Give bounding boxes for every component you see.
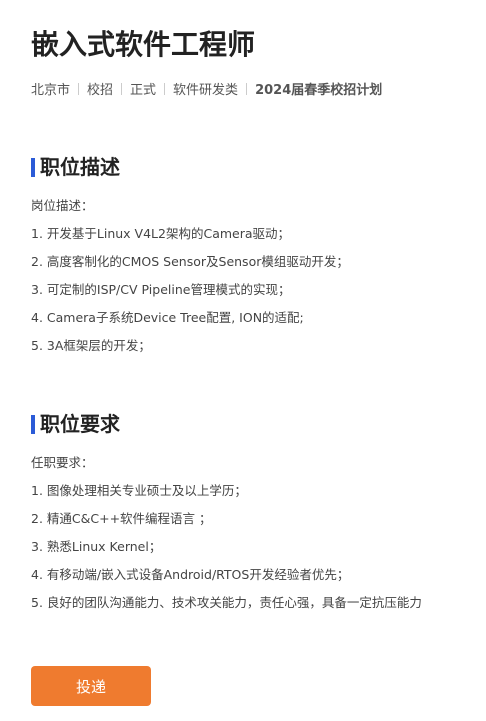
requirement-line: 任职要求： bbox=[31, 455, 94, 470]
job-category: 软件研发类 bbox=[173, 83, 239, 98]
description-line: 3. 可定制的ISP/CV Pipeline管理模式的实现； bbox=[31, 282, 291, 297]
requirement-line: 1. 图像处理相关专业硕士及以上学历； bbox=[31, 483, 247, 498]
job-recruit-type: 校招 bbox=[87, 83, 114, 98]
job-program: 2024届春季校招计划 bbox=[255, 83, 383, 98]
job-meta: 北京市 校招 正式 软件研发类 2024届春季校招计划 bbox=[31, 81, 382, 101]
meta-divider bbox=[164, 83, 166, 95]
requirement-line: 5. 良好的团队沟通能力、技术攻关能力，责任心强，具备一定抗压能力 bbox=[31, 595, 422, 610]
description-line: 1. 开发基于Linux V4L2架构的Camera驱动； bbox=[31, 226, 291, 241]
meta-divider bbox=[246, 83, 248, 95]
requirement-line: 3. 熟悉Linux Kernel； bbox=[31, 539, 162, 554]
requirement-line: 2. 精通C&C++软件编程语言 ； bbox=[31, 511, 212, 526]
description-list: 岗位描述： 1. 开发基于Linux V4L2架构的Camera驱动； 2. 高… bbox=[31, 196, 349, 364]
description-line: 2. 高度客制化的CMOS Sensor及Sensor模组驱动开发； bbox=[31, 254, 349, 269]
job-employment-type: 正式 bbox=[130, 83, 157, 98]
meta-divider bbox=[121, 83, 123, 95]
description-line: 4. Camera子系统Device Tree配置, ION的适配; bbox=[31, 310, 304, 325]
meta-divider bbox=[78, 83, 80, 95]
requirements-heading: 职位要求 bbox=[31, 411, 120, 437]
description-line: 岗位描述： bbox=[31, 198, 94, 213]
description-heading: 职位描述 bbox=[31, 154, 120, 180]
job-location: 北京市 bbox=[31, 83, 71, 98]
requirements-list: 任职要求： 1. 图像处理相关专业硕士及以上学历； 2. 精通C&C++软件编程… bbox=[31, 453, 422, 621]
requirement-line: 4. 有移动端/嵌入式设备Android/RTOS开发经验者优先； bbox=[31, 567, 350, 582]
apply-button[interactable]: 投递 bbox=[31, 666, 151, 706]
description-line: 5. 3A框架层的开发； bbox=[31, 338, 151, 353]
job-title: 嵌入式软件工程师 bbox=[31, 28, 256, 61]
